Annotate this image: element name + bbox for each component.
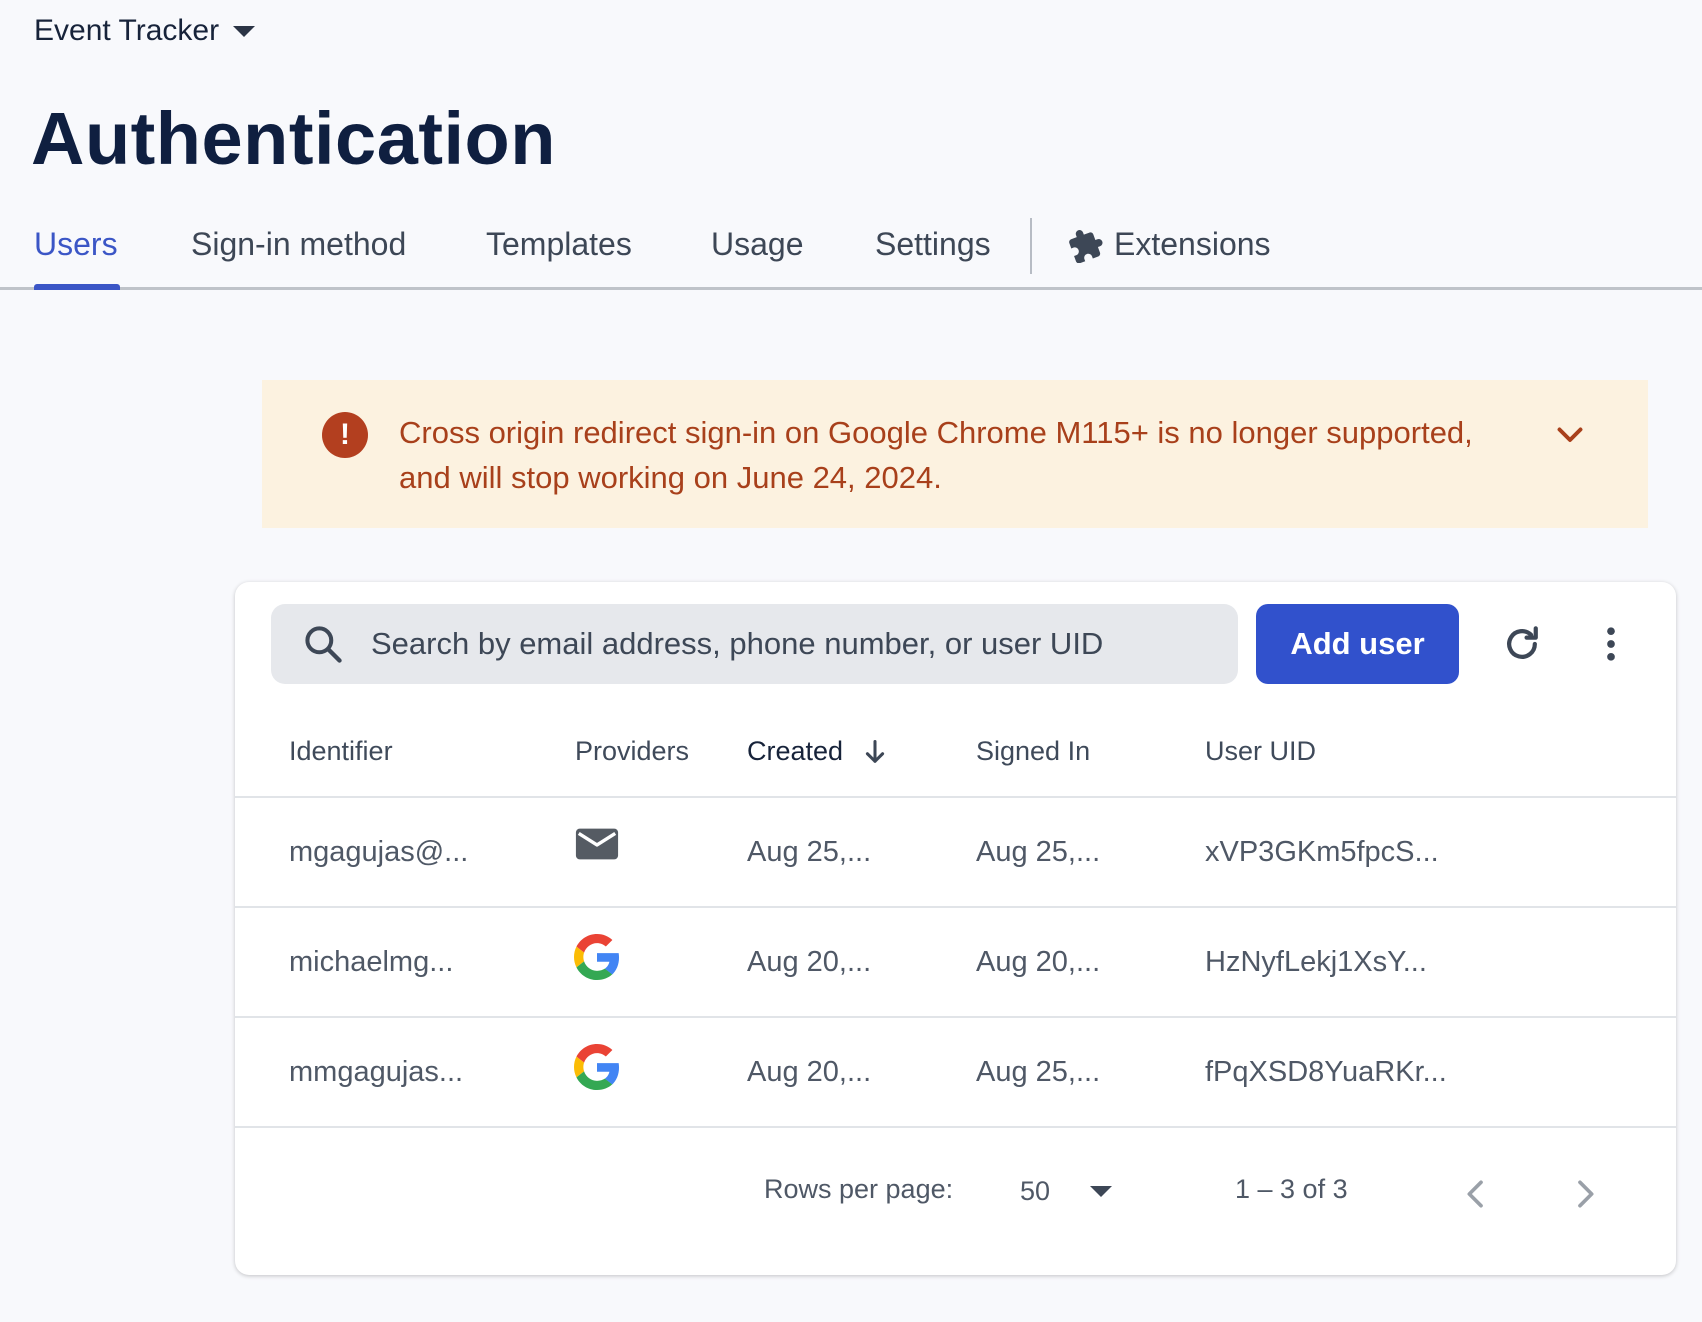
project-name: Event Tracker xyxy=(34,14,220,47)
cell-user-uid: fPqXSD8YuaRKr... xyxy=(1205,1056,1447,1088)
tab-sign-in-method[interactable]: Sign-in method xyxy=(191,226,406,263)
google-icon xyxy=(574,934,620,980)
tab-bar: Users Sign-in method Templates Usage Set… xyxy=(0,208,1702,290)
arrow-down-icon xyxy=(865,739,885,763)
cell-created: Aug 20,... xyxy=(747,946,872,978)
cell-signed-in: Aug 25,... xyxy=(976,836,1101,868)
column-header-signed-in[interactable]: Signed In xyxy=(976,736,1090,767)
cell-signed-in: Aug 20,... xyxy=(976,946,1101,978)
banner-message: Cross origin redirect sign-in on Google … xyxy=(399,415,1473,495)
search-box xyxy=(271,604,1238,684)
cell-signed-in: Aug 25,... xyxy=(976,1056,1101,1088)
column-header-providers[interactable]: Providers xyxy=(575,736,689,767)
google-icon xyxy=(574,1044,620,1090)
cell-identifier: mmgagujas... xyxy=(289,1056,464,1088)
tab-users[interactable]: Users xyxy=(34,226,118,263)
table-row[interactable]: mgagujas@... Aug 25,... Aug 25,... xVP3G… xyxy=(235,798,1676,908)
table-header: Identifier Providers Created Signed In U… xyxy=(235,708,1676,798)
search-icon xyxy=(305,626,342,663)
refresh-icon[interactable] xyxy=(1500,622,1544,666)
active-tab-indicator xyxy=(34,284,120,290)
error-icon: ! xyxy=(322,412,368,458)
puzzle-icon xyxy=(1069,229,1103,263)
chevron-right-icon[interactable] xyxy=(1565,1174,1605,1214)
cell-created: Aug 25,... xyxy=(747,836,872,868)
caret-down-icon xyxy=(1090,1185,1113,1197)
users-card: Add user Identifier Providers Created Si… xyxy=(235,582,1676,1275)
table-row[interactable]: mmgagujas... Aug 20,... Aug 25,... fPqXS… xyxy=(235,1018,1676,1128)
cell-created: Aug 20,... xyxy=(747,1056,872,1088)
column-header-created-label: Created xyxy=(747,736,844,766)
cell-identifier: michaelmg... xyxy=(289,946,454,978)
pagination-range: 1 – 3 of 3 xyxy=(1235,1174,1348,1204)
page-title: Authentication xyxy=(31,97,556,180)
project-selector[interactable]: Event Tracker xyxy=(34,14,256,48)
chevron-down-icon[interactable] xyxy=(1552,416,1588,452)
tab-templates[interactable]: Templates xyxy=(486,226,632,263)
warning-banner: ! Cross origin redirect sign-in on Googl… xyxy=(262,380,1648,528)
tab-usage[interactable]: Usage xyxy=(711,226,804,263)
cell-user-uid: xVP3GKm5fpcS... xyxy=(1205,836,1439,868)
more-vert-icon[interactable] xyxy=(1589,622,1633,666)
column-header-created[interactable]: Created xyxy=(747,736,889,767)
tab-settings[interactable]: Settings xyxy=(875,226,991,263)
tab-extensions[interactable]: Extensions xyxy=(1068,226,1271,263)
add-user-button[interactable]: Add user xyxy=(1256,604,1459,684)
search-input[interactable] xyxy=(371,604,1221,684)
chevron-left-icon[interactable] xyxy=(1456,1174,1496,1214)
rows-per-page-label: Rows per page: xyxy=(764,1174,954,1204)
tab-extensions-label: Extensions xyxy=(1114,226,1271,262)
caret-down-icon xyxy=(233,25,256,37)
rows-per-page-select[interactable]: 50 xyxy=(1020,1166,1160,1216)
cell-identifier: mgagujas@... xyxy=(289,836,469,868)
column-header-identifier[interactable]: Identifier xyxy=(289,736,393,767)
cell-user-uid: HzNyfLekj1XsY... xyxy=(1205,946,1427,978)
email-icon xyxy=(575,828,619,860)
column-header-user-uid[interactable]: User UID xyxy=(1205,736,1316,767)
rows-per-page-value: 50 xyxy=(1020,1175,1051,1206)
table-row[interactable]: michaelmg... Aug 20,... Aug 20,... HzNyf… xyxy=(235,908,1676,1018)
tab-divider xyxy=(1030,218,1032,274)
